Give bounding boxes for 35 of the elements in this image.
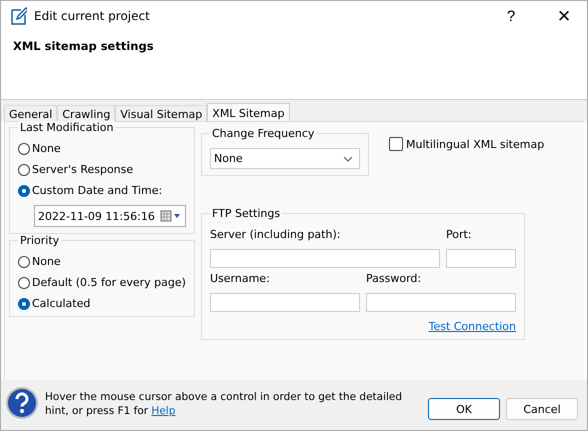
radio-button[interactable]: Custom Date and Time: (18, 184, 186, 197)
field-label: Server (including path): (210, 228, 342, 241)
tab[interactable]: XML Sitemap (207, 103, 290, 123)
group-title: Priority (18, 234, 62, 247)
group-title: Change Frequency (210, 127, 316, 140)
window-title: Edit current project (34, 9, 150, 23)
radio-button[interactable]: Server's Response (18, 163, 186, 176)
field-label: Username: (210, 272, 271, 285)
hint-text: Hover the mouse cursor above a control in order to get the detailed hint, or press F1 for Help (45, 390, 404, 418)
help-icon (5, 386, 39, 420)
group-title: FTP Settings (210, 207, 282, 220)
radio-button[interactable]: Default (0.5 for every page) (18, 276, 186, 289)
field-label: Password: (366, 272, 422, 285)
section-title: XML sitemap settings (13, 39, 154, 53)
radio-button[interactable]: None (18, 255, 186, 268)
radio-button[interactable]: None (18, 142, 186, 155)
radio-button[interactable]: Calculated (18, 297, 186, 310)
input-field[interactable] (210, 249, 440, 268)
input-field[interactable] (366, 293, 516, 312)
calendar-icon (160, 210, 182, 222)
close-button[interactable]: × (541, 1, 587, 31)
input-field[interactable] (446, 249, 516, 268)
edit-icon (11, 7, 27, 25)
help-button[interactable]: ? (488, 1, 534, 31)
group-title: Last Modification (18, 121, 116, 134)
help-link[interactable]: Help (151, 405, 176, 417)
test-connection-link[interactable]: Test Connection (428, 320, 516, 333)
chevron-down-icon (343, 156, 353, 162)
dialog-button[interactable]: OK (428, 398, 500, 420)
frequency-dropdown[interactable]: None (210, 148, 360, 169)
checkbox[interactable]: Multilingual XML sitemap (389, 137, 544, 151)
input-field[interactable] (210, 293, 360, 312)
date-time-field[interactable]: 2022-11-09 11:56:16 (34, 205, 186, 227)
dialog-button[interactable]: Cancel (506, 398, 578, 420)
field-label: Port: (446, 228, 473, 241)
